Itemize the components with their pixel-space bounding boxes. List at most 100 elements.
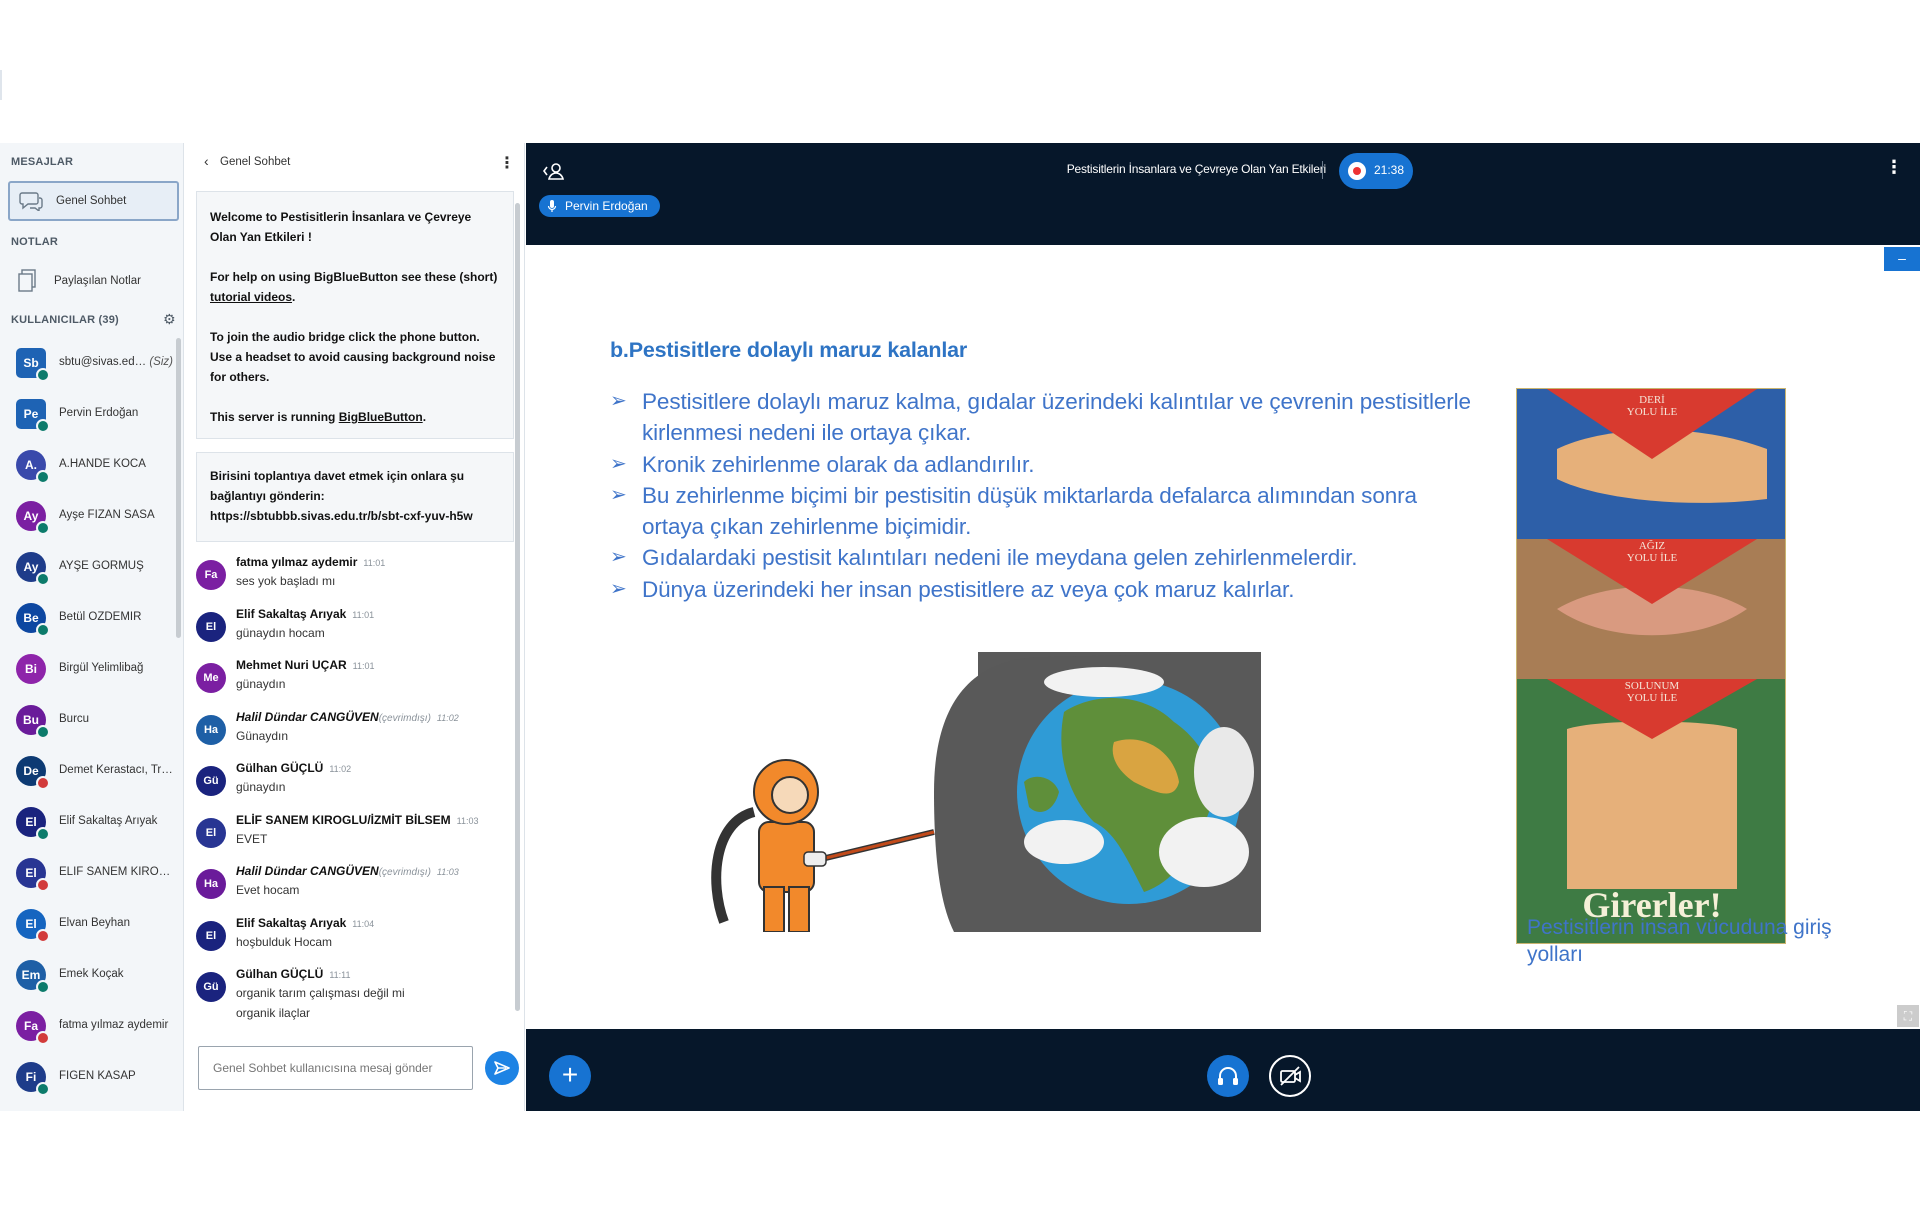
avatar: Me (196, 663, 226, 693)
video-off-button[interactable] (1269, 1055, 1311, 1097)
user-list-item[interactable]: Be Betül ÖZDEMİR (0, 594, 178, 645)
slide-bullet: ➢ Bu zehirlenme biçimi bir pestisitin düş… (610, 480, 1480, 543)
title-separator (1322, 161, 1323, 179)
invite-message: Birisini toplantıya davet etmek için onl… (196, 452, 514, 542)
bullet-text: Pestisitlere dolaylı maruz kalma, gıdala… (642, 389, 1471, 446)
fullscreen-icon[interactable]: ⛶ (1897, 1005, 1919, 1027)
chevron-left-icon[interactable]: ‹ (204, 153, 209, 169)
user-name-text: Burcu (59, 713, 90, 725)
send-button[interactable] (485, 1051, 519, 1085)
poster-route-label: YOLU İLE (1627, 552, 1678, 564)
user-name-text: AYŞE GÖRMÜŞ (59, 560, 144, 572)
user-list-item[interactable]: A. A.HANDE KOCA (0, 441, 178, 492)
message-sender: ELİF SANEM KIROGLU/İZMİT BİLSEM 11:03 (236, 813, 479, 827)
sender-name: Elif Sakaltaş Arıyak (236, 606, 347, 621)
options-menu-icon[interactable]: ⋮ (1885, 157, 1903, 178)
sender-name: Gülhan GÜÇLÜ (236, 761, 324, 775)
message-time: 11:04 (352, 918, 375, 929)
audio-status-icon (36, 419, 50, 433)
action-bar: + (526, 1029, 1920, 1111)
user-list-item[interactable]: El ELİF SANEM KIROG… (0, 849, 178, 900)
audio-headphones-button[interactable] (1207, 1055, 1249, 1097)
message-text: günaydın hocam (236, 625, 325, 640)
tutorial-videos-link[interactable]: tutorial videos (210, 290, 292, 304)
user-name-text: fatma yılmaz aydemir (59, 1019, 169, 1031)
message-sender: Elif Sakaltaş Arıyak 11:01 (236, 607, 374, 621)
public-chat-item[interactable]: Genel Sohbet (8, 181, 179, 221)
user-name: Elvan Beyhan (59, 917, 177, 929)
user-list-item[interactable]: Sb sbtu@sivas.ed… (Siz) (0, 339, 178, 390)
sender-name: Halil Dündar CANGÜVEN (236, 709, 379, 724)
minimize-presentation-button[interactable]: – (1884, 247, 1920, 271)
audio-status-icon (36, 521, 50, 535)
welcome-line: Welcome to Pestisitlerin İnsanlara ve Çe… (210, 210, 472, 244)
meeting-title: Pestisitlerin İnsanlara ve Çevreye Olan … (1066, 162, 1326, 176)
user-list-item[interactable]: El Elif Sakaltaş Arıyak (0, 798, 178, 849)
chat-title[interactable]: Genel Sohbet (220, 156, 290, 168)
audio-status-icon (36, 725, 50, 739)
avatar: Em (16, 960, 50, 994)
chat-message: Fa fatma yılmaz aydemir 11:01 ses yok başla… (196, 553, 516, 605)
user-list-item[interactable]: Bu Burcu (0, 696, 178, 747)
send-icon (494, 1061, 510, 1075)
user-name: Ayşe FİZAN SASA (59, 509, 177, 521)
bullet-arrow-icon: ➢ (610, 577, 627, 600)
user-name: Demet Kerastacı, Tr… (59, 764, 177, 776)
bullet-text: Gıdalardaki pestisit kalıntıları nedeni … (642, 545, 1358, 571)
audio-status-icon (36, 1031, 50, 1045)
recording-indicator[interactable]: 21:38 (1339, 153, 1413, 189)
avatar: Fa (16, 1011, 50, 1045)
talking-indicator[interactable]: Pervin Erdoğan (539, 195, 660, 217)
chat-message-input[interactable] (198, 1046, 473, 1090)
entry-routes-poster-art: Girerler! DERİYOLU İLEAĞIZYOLU İLESOLUNU… (1517, 389, 1785, 943)
user-list-item[interactable]: Pe Pervin Erdoğan (0, 390, 178, 441)
message-sender: fatma yılmaz aydemir 11:01 (236, 555, 385, 569)
poster-route-label: AĞIZ (1639, 540, 1666, 552)
user-list-item[interactable]: Bi Birgül Yelimlibağ (0, 645, 178, 696)
user-name-text: Emek Koçak (59, 968, 124, 980)
sender-name: fatma yılmaz aydemir (236, 555, 358, 569)
user-list-item[interactable]: Ay Ayşe FİZAN SASA (0, 492, 178, 543)
user-list-item[interactable]: Fa fatma yılmaz aydemir (0, 1002, 178, 1053)
user-name: Birgül Yelimlibağ (59, 662, 177, 674)
message-sender: Gülhan GÜÇLÜ 11:11 (236, 967, 351, 981)
shared-notes-item[interactable]: Paylaşılan Notlar (8, 261, 179, 301)
gear-icon[interactable]: ⚙ (163, 311, 179, 327)
avatar: Ay (16, 552, 50, 586)
chat-message-list: Fa fatma yılmaz aydemir 11:01 ses yok başla… (196, 553, 516, 1037)
user-list-scrollbar[interactable] (176, 338, 181, 638)
message-time: 11:03 (456, 815, 479, 826)
user-list-item[interactable]: De Demet Kerastacı, Tr… (0, 747, 178, 798)
sender-name: Gülhan GÜÇLÜ (236, 967, 324, 981)
avatar: De (16, 756, 50, 790)
message-time: 11:11 (329, 970, 351, 980)
user-name-text: sbtu@sivas.ed… (59, 356, 147, 368)
chat-input-field[interactable] (199, 1047, 472, 1089)
message-time: 11:01 (363, 558, 386, 568)
bigbluebutton-link[interactable]: BigBlueButton (339, 410, 423, 424)
user-name-text: Betül ÖZDEMİR (59, 611, 142, 623)
chat-scrollbar[interactable] (515, 203, 520, 1011)
notes-icon (18, 269, 36, 292)
user-list-item[interactable]: Fi FİGEN KASAP (0, 1053, 178, 1104)
user-list-item[interactable]: El Elvan Beyhan (0, 900, 178, 951)
user-name-text: FİGEN KASAP (59, 1070, 136, 1082)
user-list-item[interactable]: Ay AYŞE GÖRMÜŞ (0, 543, 178, 594)
user-list-item[interactable]: Em Emek Koçak (0, 951, 178, 1002)
message-text: günaydın (236, 677, 286, 691)
user-name-text: Ayşe FİZAN SASA (59, 509, 155, 521)
sender-name: Halil Dündar CANGÜVEN (236, 864, 379, 878)
message-text: Evet hocam (236, 883, 300, 897)
chat-options-icon[interactable]: ⋮ (499, 153, 515, 173)
entry-routes-poster: Girerler! DERİ YOLU İLE AĞIZ YOLU İLE SOLUNU… (1516, 388, 1786, 944)
avatar: El (16, 909, 50, 943)
slide-heading: b.Pestisitlere dolaylı maruz kalanlar (610, 338, 968, 362)
chat-message: Gü Gülhan GÜÇLÜ 11:02 günaydın (196, 759, 516, 811)
actions-plus-button[interactable]: + (549, 1055, 591, 1097)
avatar: Ha (196, 714, 226, 745)
presentation-slide: – b.Pestisitlere dolaylı maruz kalanlar … (526, 245, 1920, 1029)
microphone-icon (547, 200, 557, 212)
window-edge (0, 70, 2, 100)
chat-bubble-icon (19, 192, 43, 211)
user-name-text: A.HANDE KOCA (59, 458, 146, 470)
